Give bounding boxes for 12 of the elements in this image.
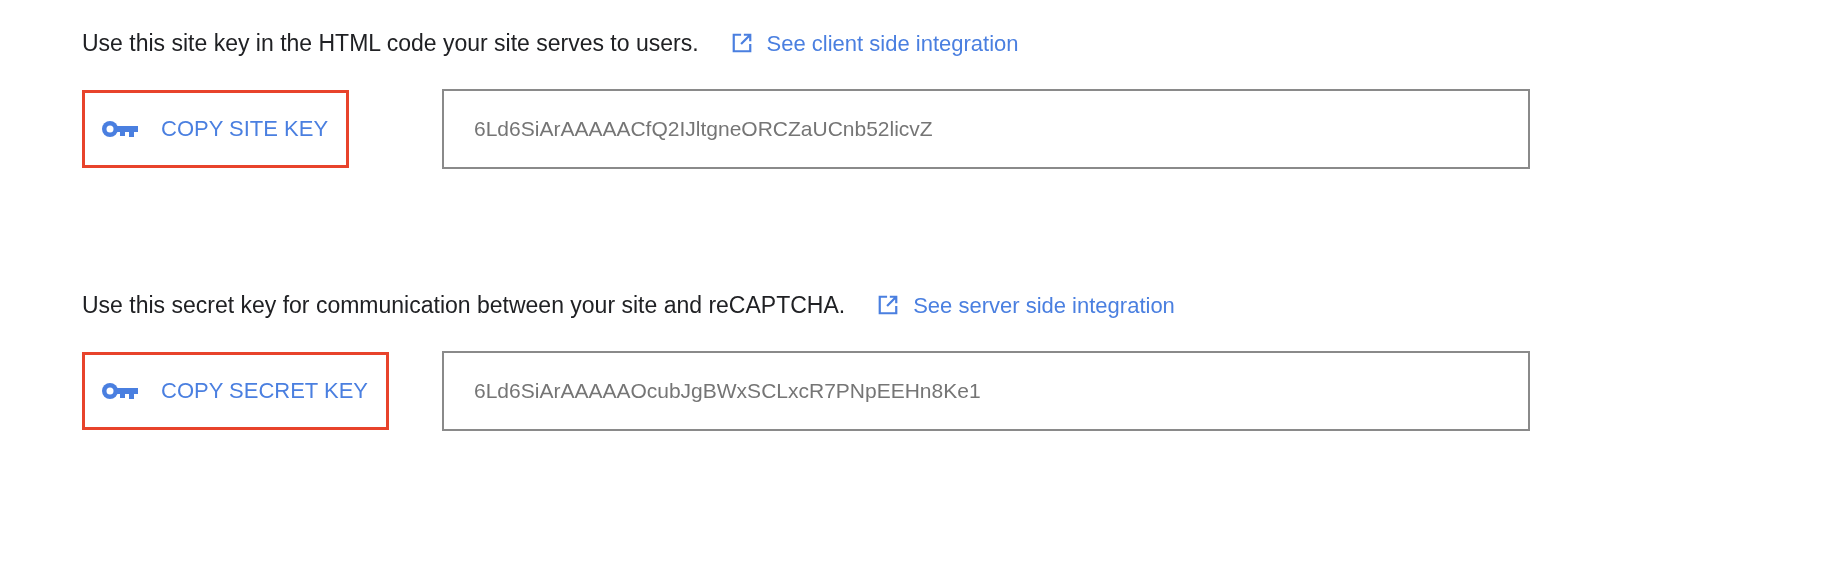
copy-key-button[interactable]: COPY SITE KEY <box>82 89 350 168</box>
key-icon <box>101 118 139 139</box>
external-link-icon <box>730 32 753 55</box>
description-text: Use this site key in the HTML code your site serves to users. <box>82 29 699 58</box>
integration-link[interactable]: See server side integration <box>877 288 1175 322</box>
key-field[interactable]: 6Ld6SiArAAAAAOcubJgBWxSCLxcR7PNpEEHn8Ke1 <box>442 350 1530 431</box>
key-field[interactable]: 6Ld6SiArAAAAACfQ2IJltgneORCZaUCnb52licvZ <box>442 88 1530 169</box>
copy-key-button[interactable]: COPY SECRET KEY <box>82 351 390 430</box>
key-icon <box>101 380 139 401</box>
integration-link[interactable]: See client side integration <box>730 26 1019 60</box>
external-link-icon <box>877 294 900 317</box>
description-text: Use this secret key for communication between your site and reCAPTCHA. <box>82 291 846 320</box>
